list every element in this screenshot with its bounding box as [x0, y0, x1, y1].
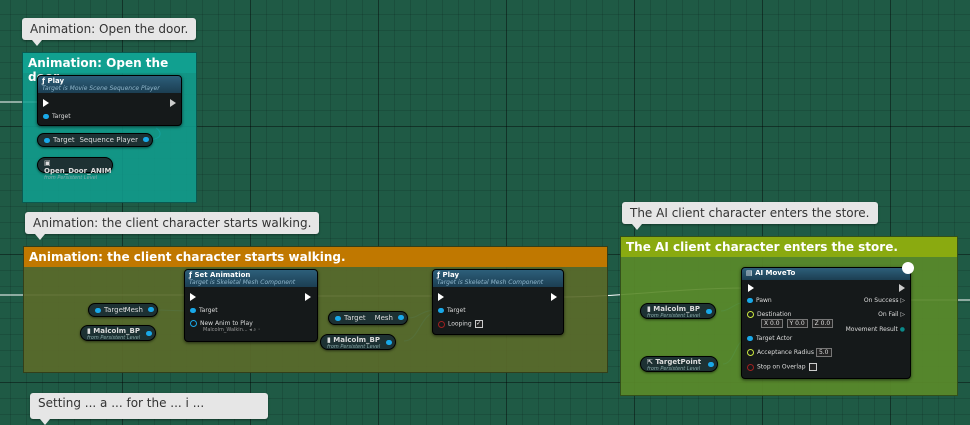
pawn-pin-row[interactable]: Pawn: [747, 297, 772, 304]
target-pin-row[interactable]: Target: [43, 113, 71, 120]
set-animation-node[interactable]: ƒ Set Animation Target is Skeletal Mesh …: [184, 269, 318, 342]
exec-in-pin[interactable]: [438, 293, 444, 301]
comment-header-walk: Animation: the client character starts w…: [24, 247, 607, 267]
comment-bubble-walk[interactable]: Animation: the client character starts w…: [25, 212, 320, 240]
exec-in-pin[interactable]: [43, 99, 49, 107]
node-title: ƒ Play: [42, 77, 65, 85]
exec-out-pin[interactable]: [170, 99, 176, 107]
open-door-anim-ref[interactable]: ▣ Open_Door_ANIM from Persistent Level: [37, 157, 113, 181]
play-node-walk[interactable]: ƒ Play Target is Skeletal Mesh Component…: [432, 269, 564, 335]
play-node-door[interactable]: ƒ Play Target is Movie Scene Sequence Pl…: [37, 75, 182, 126]
exec-out-pin[interactable]: [899, 284, 905, 292]
acceptance-radius-pin-row[interactable]: Acceptance Radius 5.0: [747, 348, 832, 357]
on-success-pin-row[interactable]: On Success ▷: [864, 297, 905, 304]
on-fail-pin-row[interactable]: On Fail ▷: [878, 311, 905, 318]
comment-bubble-store[interactable]: The AI client character enters the store…: [622, 202, 878, 230]
comment-header-door: Animation: Open the door.: [23, 53, 196, 84]
malcolm-bp-ref-1[interactable]: ▮ Malcolm_BP from Persistent Level: [80, 325, 156, 341]
latent-clock-icon: [902, 262, 914, 274]
exec-out-pin[interactable]: [551, 293, 557, 301]
movement-result-pin-row[interactable]: Movement Result ●: [846, 326, 905, 333]
exec-in-pin[interactable]: [748, 284, 754, 292]
node-subtitle: Target is Skeletal Mesh Component: [437, 279, 544, 286]
exec-in-pin[interactable]: [190, 293, 196, 301]
malcolm-bp-ref-3[interactable]: ▮ Malcolm_BP from Persistent Level: [640, 303, 716, 319]
exec-out-pin[interactable]: [305, 293, 311, 301]
stop-on-overlap-pin-row[interactable]: Stop on Overlap: [747, 363, 817, 371]
anim-asset-value[interactable]: Malcolm_Walkin... ◂ ⌕ ◦: [203, 327, 261, 333]
acceptance-radius-field[interactable]: 5.0: [815, 348, 832, 357]
comment-bubble-door[interactable]: Animation: Open the door.: [22, 18, 197, 46]
target-mesh-getter-2[interactable]: Target Mesh: [328, 311, 408, 325]
new-anim-pin-row[interactable]: New Anim to Play: [190, 320, 253, 327]
target-actor-pin-row[interactable]: Target Actor: [747, 335, 792, 342]
target-point-ref[interactable]: ⇱ TargetPoint from Persistent Level: [640, 356, 718, 372]
ai-move-to-node[interactable]: ▤ AI MoveTo Pawn On Success ▷ Destinatio…: [741, 262, 914, 379]
comment-header-store: The AI client character enters the store…: [621, 237, 957, 257]
malcolm-bp-ref-2[interactable]: ▮ Malcolm_BP from Persistent Level: [320, 334, 396, 350]
node-subtitle: Target is Skeletal Mesh Component: [189, 279, 296, 286]
target-sequence-player-getter[interactable]: Target Sequence Player: [37, 133, 153, 147]
node-title: ƒ Play: [437, 271, 460, 279]
stop-on-overlap-checkbox[interactable]: [808, 363, 817, 371]
comment-bubble-bottom[interactable]: Setting ... a ... for the ... i ...: [30, 393, 268, 425]
looping-checkbox[interactable]: ✓: [474, 320, 483, 328]
node-title: ƒ Set Animation: [189, 271, 251, 279]
node-subtitle: Target is Movie Scene Sequence Player: [42, 85, 160, 92]
target-mesh-getter-1[interactable]: Target Mesh: [88, 303, 158, 317]
node-title: ▤ AI MoveTo: [746, 269, 796, 277]
target-pin-row[interactable]: Target: [438, 307, 466, 314]
target-pin-row[interactable]: Target: [190, 307, 218, 314]
looping-pin-row[interactable]: Looping ✓: [438, 320, 483, 328]
destination-pin-row[interactable]: Destination: [747, 311, 791, 318]
destination-fields[interactable]: X 0.0 Y 0.0 Z 0.0: [759, 319, 834, 328]
